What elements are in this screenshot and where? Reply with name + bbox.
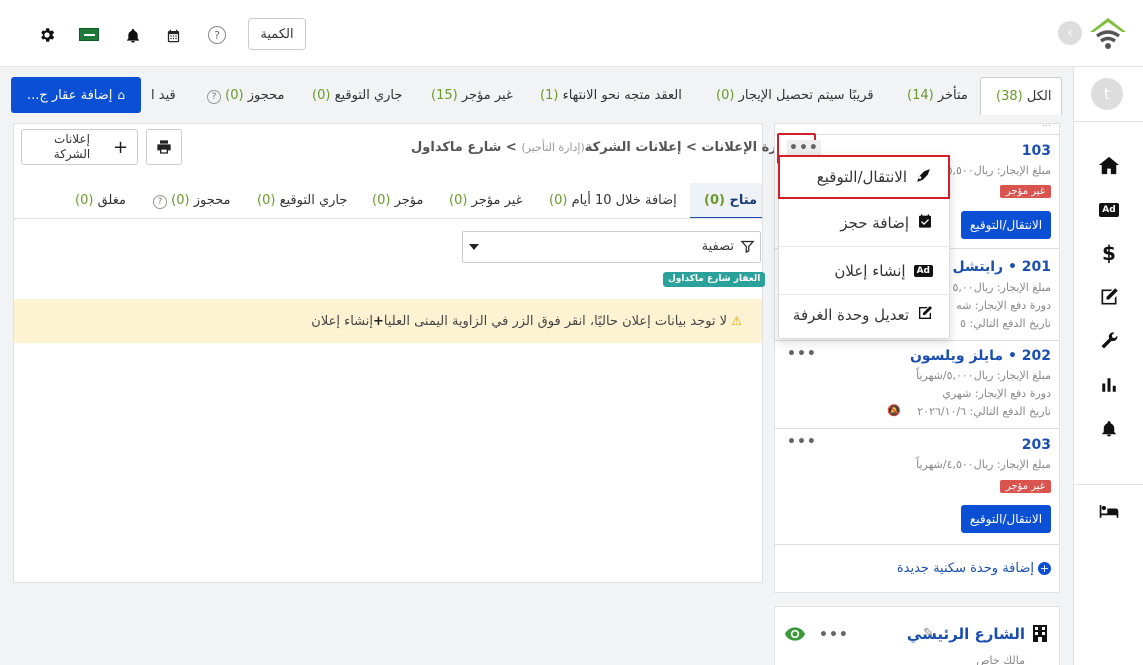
tab-signing[interactable]: جاري التوقيع (0) [312, 88, 402, 103]
wrench-icon[interactable] [1098, 330, 1120, 352]
add-property-button[interactable]: ⌂ إضافة عقار ج... [11, 77, 141, 113]
tab-rent-soon[interactable]: قريبًا سيتم تحصيل الإيجار (0) [716, 88, 874, 103]
more-icon[interactable]: ••• [819, 627, 849, 643]
plus-circle-icon: + [1038, 562, 1051, 575]
pen-icon [915, 167, 932, 188]
print-button[interactable] [146, 129, 182, 165]
menu-item-create-ad[interactable]: Ad إنشاء إعلان [779, 247, 949, 295]
ad-icon: Ad [913, 264, 933, 277]
subtab-available[interactable]: متاح (0) [704, 193, 757, 208]
unit-number[interactable]: 103 [1022, 143, 1051, 159]
warning-icon: ⚠ [731, 313, 742, 328]
building-icon [1033, 625, 1047, 646]
tab-unrented[interactable]: غير مؤجر (15) [431, 88, 513, 103]
company-ads-button[interactable]: + إعلانات الشركة [21, 129, 138, 165]
add-unit-link[interactable]: + إضافة وحدة سكنية جديدة [897, 561, 1051, 576]
logo [1088, 14, 1128, 52]
more-icon[interactable]: ••• [787, 434, 817, 450]
print-icon [157, 140, 171, 154]
owner-type: مالك خاص [976, 654, 1025, 665]
edit-icon[interactable]: ✎ [923, 626, 934, 641]
home-plus-icon: ⌂ [117, 88, 126, 102]
ads-panel [13, 123, 763, 583]
subtab-closed[interactable]: مغلق (0) [75, 193, 126, 208]
subtab-rented[interactable]: مؤجر (0) [372, 193, 423, 208]
unit-number[interactable]: 203 [1022, 437, 1051, 453]
filter-select[interactable]: تصفية [462, 231, 761, 263]
quantity-button[interactable]: الكمية [248, 18, 306, 50]
bell-icon[interactable] [124, 27, 142, 45]
tab-pending[interactable]: قيد ا [151, 88, 176, 103]
bell-icon[interactable] [1098, 418, 1120, 440]
edit-icon [917, 305, 933, 325]
help-icon[interactable]: ? [208, 26, 226, 44]
help-icon: ? [207, 90, 221, 104]
subtab-signing[interactable]: جاري التوقيع (0) [257, 193, 347, 208]
contract-icon[interactable] [1098, 286, 1120, 308]
menu-item-add-booking[interactable]: إضافة حجز [779, 199, 949, 247]
subtab-reserved[interactable]: محجوز (0) ? [153, 193, 230, 209]
eye-icon[interactable] [785, 627, 805, 645]
more-icon[interactable]: ••• [787, 346, 817, 362]
unit-card[interactable]: ••• 203 مبلغ الإيجار: ريال٤,٥٠٠/شهرياً غ… [775, 428, 1059, 544]
gear-icon[interactable] [38, 26, 56, 44]
dollar-icon[interactable]: $ [1098, 241, 1120, 265]
unit-number[interactable]: 202 • مايلز ويلسون [910, 348, 1051, 364]
property-card[interactable]: الشارع الرئيسي ✎ ••• مالك خاص [774, 606, 1060, 665]
menu-item-move-sign[interactable]: الانتقال/التوقيع [778, 155, 950, 199]
collapse-chevron-icon[interactable]: ‹ [1058, 21, 1082, 45]
chevron-down-icon [469, 244, 479, 250]
menu-item-edit-room[interactable]: تعديل وحدة الغرفة [779, 291, 949, 339]
bed-icon[interactable] [1098, 500, 1120, 522]
tab-overdue[interactable]: متأخر (14) [907, 88, 968, 103]
help-icon: ? [153, 195, 167, 209]
tab-contract-ending[interactable]: العقد متجه نحو الانتهاء (1) [540, 88, 682, 103]
notification-off-icon[interactable]: 🔕 [887, 404, 901, 417]
status-badge: غير مؤجر [999, 185, 1051, 198]
move-sign-button[interactable]: الانتقال/التوقيع [961, 505, 1051, 533]
calendar-icon[interactable] [165, 27, 181, 44]
sidebar: t Ad $ [1073, 67, 1143, 665]
avatar[interactable]: t [1091, 78, 1123, 110]
breadcrumb: إدارة الإعلانات > إعلانات الشركة(إدارة ا… [411, 140, 793, 155]
context-menu: الانتقال/التوقيع إضافة حجز Ad إنشاء إعلا… [778, 155, 950, 339]
status-badge: غير مؤجر [999, 480, 1051, 493]
tab-all-label[interactable]: الكل (38) [996, 89, 1051, 104]
move-sign-button[interactable]: الانتقال/التوقيع [961, 211, 1051, 239]
home-icon[interactable] [1098, 154, 1120, 176]
chart-icon[interactable] [1098, 374, 1120, 396]
flag-icon[interactable] [79, 28, 99, 41]
plus-icon: + [113, 137, 129, 158]
top-bar: ? الكمية ‹ [0, 0, 1143, 67]
breadcrumb-company-ads[interactable]: إعلانات الشركة [585, 140, 682, 155]
tab-reserved[interactable]: محجوز (0) ? [207, 88, 284, 104]
ad-icon[interactable]: Ad [1098, 199, 1120, 221]
breadcrumb-current: شارع ماكداول [411, 140, 502, 155]
empty-notice: ⚠ لا توجد بيانات إعلان حاليًا، انقر فوق … [14, 299, 762, 343]
unit-card[interactable]: ••• 202 • مايلز ويلسون مبلغ الإيجار: ريا… [775, 340, 1059, 428]
property-tag: العقار شارع ماكداول [663, 272, 766, 287]
more-icon: ••• [787, 140, 821, 156]
calendar-check-icon [917, 213, 933, 233]
filter-icon [740, 239, 755, 258]
subtab-unrented[interactable]: غير مؤجر (0) [449, 193, 523, 208]
subtab-added-10-days[interactable]: إضافة خلال 10 أيام (0) [549, 193, 677, 208]
